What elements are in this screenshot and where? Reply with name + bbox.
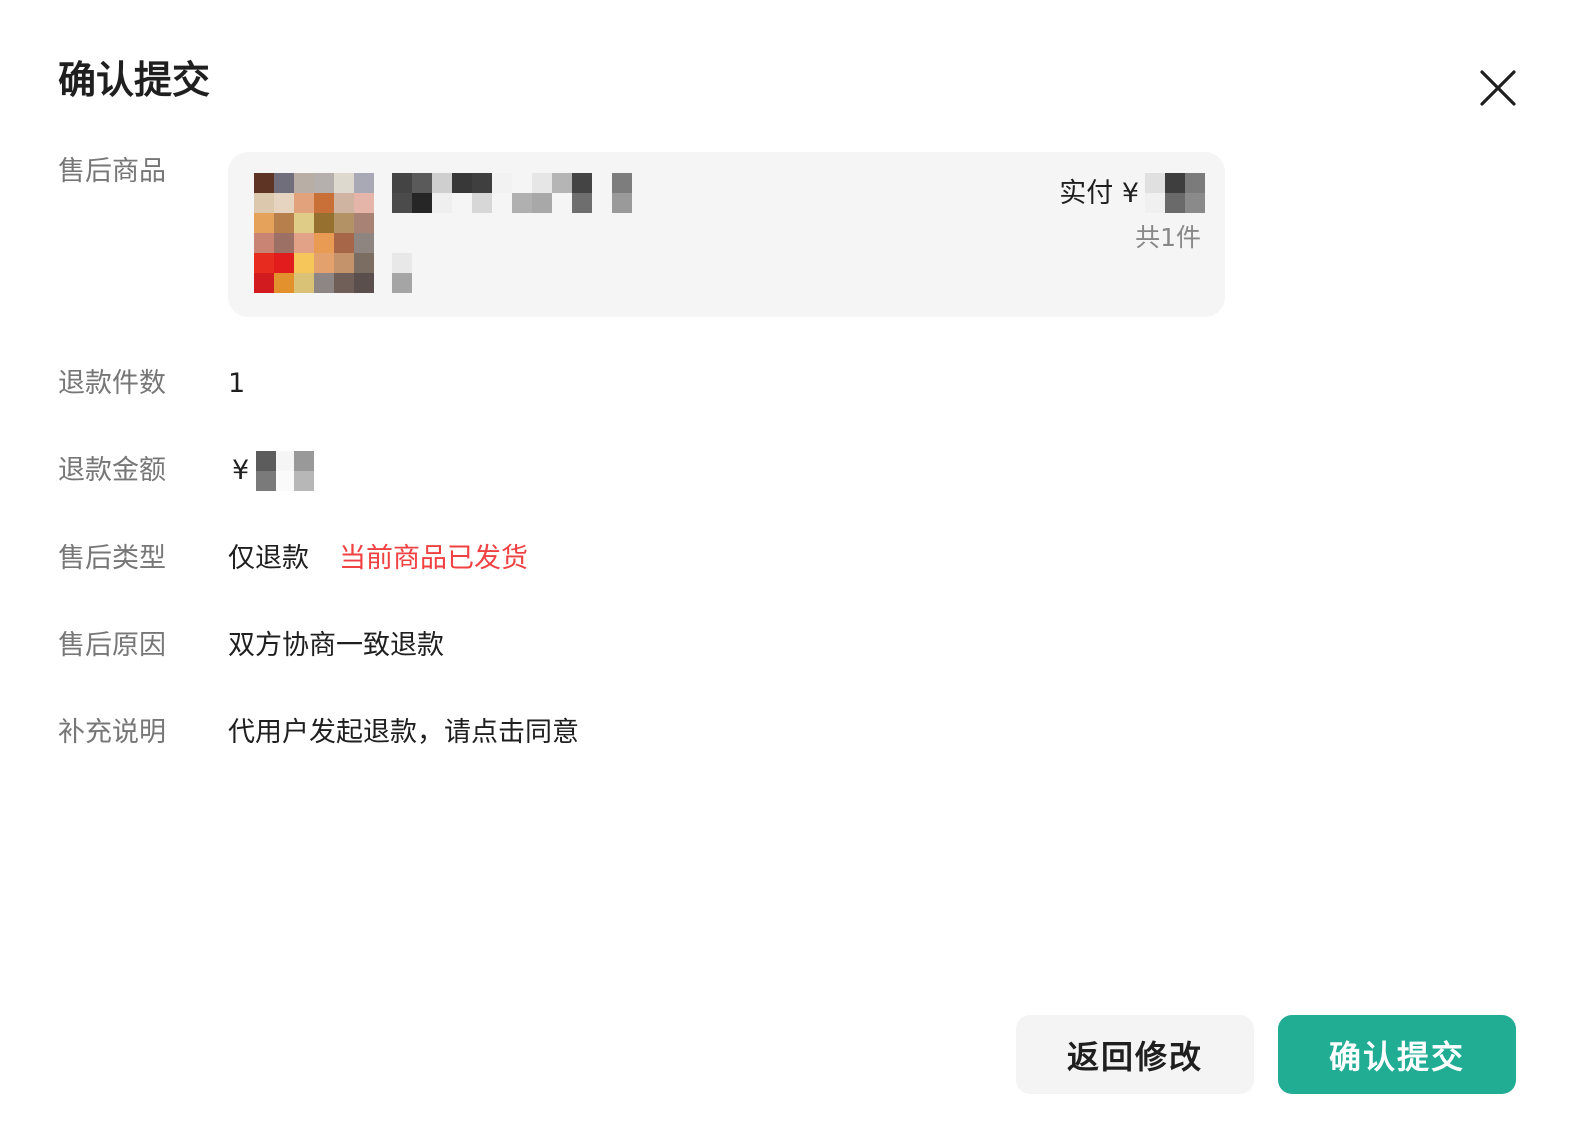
product-label: 售后商品: [58, 156, 166, 187]
aftersale-type-value: 仅退款: [228, 543, 309, 574]
refund-amount-currency: ¥: [232, 455, 250, 486]
product-card: 实付 ¥ 共1件: [228, 152, 1225, 317]
aftersale-type-value-row: 仅退款 当前商品已发货: [228, 539, 528, 579]
aftersale-type-label: 售后类型: [58, 543, 166, 574]
product-title-redacted: [392, 173, 632, 213]
refund-qty-label: 退款件数: [58, 368, 166, 399]
refund-qty-value: 1: [228, 368, 246, 399]
note-value: 代用户发起退款，请点击同意: [228, 717, 579, 748]
shipped-notice: 当前商品已发货: [339, 543, 528, 574]
note-label: 补充说明: [58, 717, 166, 748]
product-spec-redacted: [392, 253, 412, 293]
aftersale-reason-value: 双方协商一致退款: [228, 630, 444, 661]
product-thumbnail: [254, 173, 374, 293]
paid-value-redacted: [1145, 173, 1205, 213]
paid-amount: 实付 ¥: [1059, 174, 1139, 214]
confirm-submit-button[interactable]: 确认提交: [1278, 1015, 1516, 1094]
back-edit-button[interactable]: 返回修改: [1016, 1015, 1254, 1094]
refund-amount-redacted: [256, 451, 314, 491]
aftersale-reason-label: 售后原因: [58, 630, 166, 661]
item-count: 共1件: [1135, 223, 1201, 252]
dialog-title: 确认提交: [58, 58, 211, 102]
close-icon[interactable]: [1470, 60, 1526, 116]
confirm-submit-dialog: 确认提交 售后商品 实付 ¥ 共1件 退款件数 1 退款金额 ¥ 售后类型 仅退…: [0, 0, 1580, 1140]
refund-amount-label: 退款金额: [58, 455, 166, 486]
paid-prefix: 实付 ¥: [1059, 178, 1139, 209]
